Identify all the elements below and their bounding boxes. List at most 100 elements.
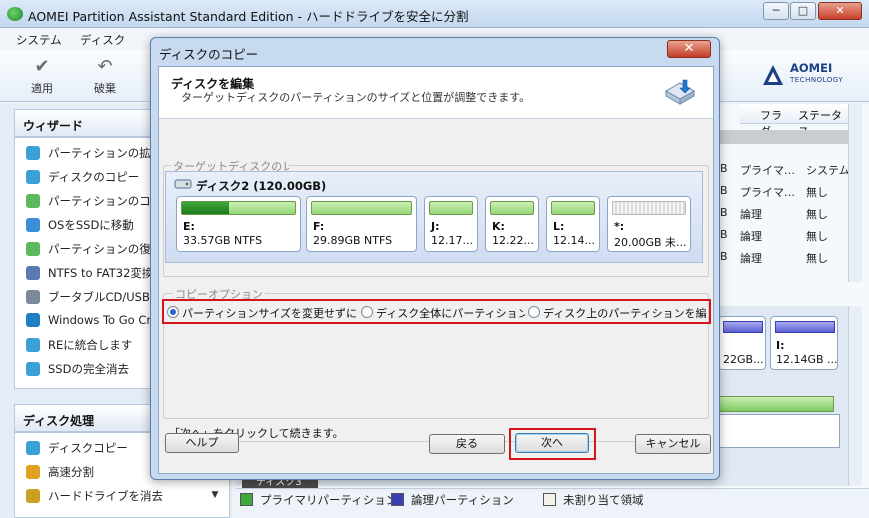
disk-op-item[interactable]: ハードドライブを消去 <box>26 488 196 508</box>
row-status: 無し <box>806 230 828 243</box>
column-header-status[interactable]: ステータス <box>792 104 848 138</box>
legend-swatch <box>391 493 404 506</box>
cancel-button[interactable]: キャンセル <box>635 434 711 454</box>
menu-system[interactable]: システム <box>16 32 62 48</box>
target-disk-panel: ディスク2 (120.00GB) E: 33.57GB NTFS F: 29.89GB… <box>165 171 703 263</box>
partition-card[interactable]: *: 20.00GB 未... <box>607 196 691 252</box>
wizard-item[interactable]: パーティションのコピー <box>26 193 150 213</box>
partition-info: 12.14... <box>553 234 595 247</box>
apply-button[interactable]: ✔ 適用 <box>21 56 63 98</box>
copy-option-radio[interactable]: ディスク全体にパーティションをフィットさせる <box>361 305 525 321</box>
dialog-header: ディスクを編集 ターゲットディスクのパーティションのサイズと位置が調整できます。 <box>159 67 713 119</box>
row-flag: 論理 <box>740 252 762 265</box>
partition-letter: F: <box>313 220 325 233</box>
legend-swatch <box>240 493 253 506</box>
dialog-header-subtitle: ターゲットディスクのパーティションのサイズと位置が調整できます。 <box>181 91 531 104</box>
wizard-item-icon <box>26 146 40 160</box>
copy-option-radio[interactable]: ディスク上のパーティションを編集する <box>528 305 706 321</box>
partition-usage-bar <box>311 201 412 215</box>
column-header-flag[interactable]: フラグ <box>740 104 792 138</box>
row-flag: プライマ… <box>740 164 795 177</box>
row-status: 無し <box>806 208 828 221</box>
apply-label: 適用 <box>31 82 53 95</box>
partition-usage-bar <box>490 201 534 215</box>
row-col-a: B <box>720 162 728 175</box>
copy-disk-dialog: ディスクのコピー ✕ ディスクを編集 ターゲットディスクのパーティションのサイズ… <box>150 37 720 480</box>
target-disk-name: ディスク2 (120.00GB) <box>196 179 327 193</box>
wizard-item-icon <box>26 170 40 184</box>
radio-button-icon[interactable] <box>528 306 540 318</box>
help-button[interactable]: ヘルプ <box>165 433 239 453</box>
menu-disk[interactable]: ディスク <box>80 32 125 48</box>
wizard-item[interactable]: ディスクのコピー <box>26 169 150 189</box>
partition-card[interactable]: F: 29.89GB NTFS <box>306 196 417 252</box>
wizard-item[interactable]: NTFS to FAT32変換 <box>26 265 150 285</box>
partition-letter: *: <box>614 220 625 233</box>
wizard-item-label: SSDの完全消去 <box>48 362 129 376</box>
row-status: 無し <box>806 186 828 199</box>
wizard-item-icon <box>26 266 40 280</box>
wizard-item-label: パーティションの拡張 <box>48 146 150 160</box>
wizard-item[interactable]: パーティションの拡張 <box>26 145 150 165</box>
partition-usage-bar <box>612 201 686 215</box>
dialog-close-button[interactable]: ✕ <box>667 40 711 58</box>
next-button[interactable]: 次へ <box>515 433 589 453</box>
close-button[interactable]: ✕ <box>818 2 862 20</box>
disk-op-label: ハードドライブを消去 <box>48 489 163 503</box>
partition-info: 33.57GB NTFS <box>183 234 263 247</box>
wizard-item-label: ディスクのコピー <box>48 170 140 184</box>
wizard-item[interactable]: SSDの完全消去 <box>26 361 150 381</box>
radio-button-icon[interactable] <box>361 306 373 318</box>
disk-bar-row <box>718 396 834 412</box>
disk-op-label: 高速分割 <box>48 465 94 479</box>
minimize-button[interactable]: ─ <box>763 2 789 20</box>
partition-letter: E: <box>183 220 195 233</box>
wizard-item-icon <box>26 290 40 304</box>
partition-card[interactable]: L: 12.14... <box>546 196 600 252</box>
row-col-a: B <box>720 184 728 197</box>
back-button[interactable]: 戻る <box>429 434 505 454</box>
partition-info: 29.89GB NTFS <box>313 234 393 247</box>
disk-map-scrollbar[interactable] <box>848 306 862 486</box>
wizard-item[interactable]: REに統合します <box>26 337 150 357</box>
copy-option-radio[interactable]: パーティションサイズを変更せずにコピーする <box>167 305 357 321</box>
wizard-item-label: NTFS to FAT32変換 <box>48 266 150 280</box>
partition-card[interactable]: K: 12.22... <box>485 196 539 252</box>
dialog-title: ディスクのコピー <box>159 47 259 62</box>
disk-card-h[interactable]: 22GB... <box>718 316 766 370</box>
partition-letter: L: <box>553 220 565 233</box>
row-flag: 論理 <box>740 208 762 221</box>
wizard-item[interactable]: ブータブルCD/USBの作成 <box>26 289 150 309</box>
partition-letter: J: <box>431 220 440 233</box>
dialog-body: ディスクを編集 ターゲットディスクのパーティションのサイズと位置が調整できます。… <box>158 66 714 474</box>
brand-name: AOMEI <box>790 61 833 75</box>
partition-info: 20.00GB 未... <box>614 236 687 249</box>
row-flag: 論理 <box>740 230 762 243</box>
partition-card[interactable]: E: 33.57GB NTFS <box>176 196 301 252</box>
row-col-a: B <box>720 206 728 219</box>
wizard-item[interactable]: Windows To Go Creator <box>26 313 150 333</box>
wizard-item-label: Windows To Go Creator <box>48 313 150 327</box>
partition-usage-bar <box>551 201 595 215</box>
partition-usage-bar <box>429 201 473 215</box>
wizard-item-icon <box>26 338 40 352</box>
wizard-item-icon <box>26 313 40 327</box>
row-col-a: B <box>720 228 728 241</box>
partition-card[interactable]: J: 12.17... <box>424 196 478 252</box>
legend-label: プライマリパーティション <box>260 493 398 507</box>
disk-op-icon <box>26 489 40 503</box>
table-scrollbar[interactable] <box>848 104 862 282</box>
brand-sub: TECHNOLOGY <box>790 76 844 84</box>
disk-icon <box>174 179 192 189</box>
scroll-down-arrow-icon[interactable]: ▼ <box>208 490 222 502</box>
disk-op-icon <box>26 465 40 479</box>
partition-usage-bar <box>181 201 296 215</box>
maximize-button[interactable]: □ <box>790 2 816 20</box>
legend-label: 未割り当て領域 <box>563 493 644 507</box>
wizard-item[interactable]: OSをSSDに移動 <box>26 217 150 237</box>
wizard-item[interactable]: パーティションの復元 <box>26 241 150 261</box>
discard-button[interactable]: ↶ 破棄 <box>84 56 126 98</box>
disk-card-i[interactable]: I: 12.14GB ... <box>770 316 838 370</box>
disk-card-i-info: 12.14GB ... <box>776 353 838 366</box>
radio-button-icon[interactable] <box>167 306 179 318</box>
